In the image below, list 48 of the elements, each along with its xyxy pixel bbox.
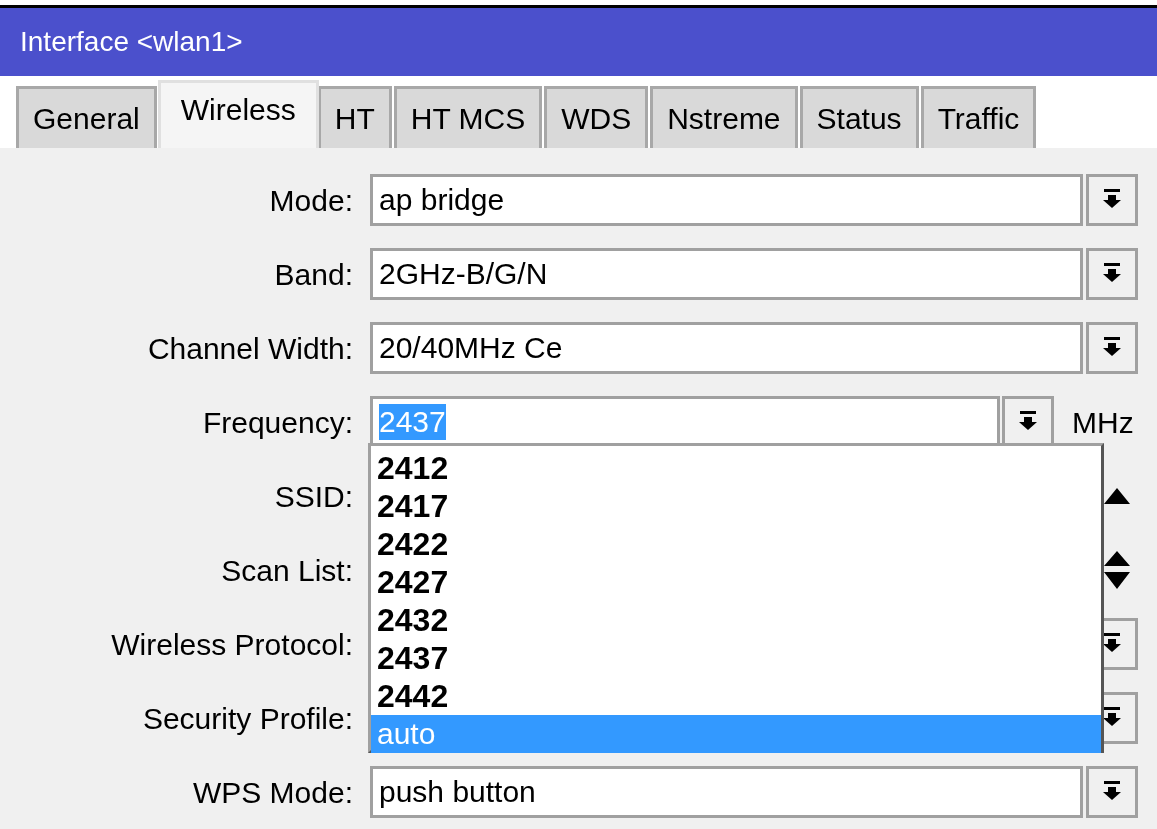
dropdown-arrow-icon [1018,411,1038,433]
field-value: 2GHz-B/G/N [379,256,548,292]
dropdown-arrow-icon [1102,189,1122,211]
field-label: Channel Width: [146,330,354,367]
field-value: 20/40MHz Ce [379,330,563,366]
dropdown-option[interactable]: 2422 [371,525,1101,563]
input-field[interactable]: ap bridge [370,174,1083,226]
field-label: SSID: [273,478,354,515]
field-label: Security Profile: [141,700,354,737]
field-label: Scan List: [220,552,354,589]
tab[interactable]: Traffic [920,86,1037,148]
tab[interactable]: Wireless [157,80,319,148]
input-field[interactable]: push button [370,766,1083,818]
dropdown-option[interactable]: 2432 [371,601,1101,639]
window-title: Interface <wlan1> [20,25,243,59]
dropdown-arrow-icon [1102,633,1122,655]
field-value: ap bridge [379,182,505,218]
tab[interactable]: HT MCS [393,86,543,148]
field-label: Frequency: [201,404,354,441]
field-label: Band: [273,256,354,293]
input-field[interactable]: 20/40MHz Ce [370,322,1083,374]
dropdown-option[interactable]: 2437 [371,639,1101,677]
dropdown-button[interactable] [1086,322,1138,374]
field-label: Mode: [268,182,354,219]
dropdown-button[interactable] [1086,174,1138,226]
tab[interactable]: Status [799,86,919,148]
up-arrow-icon[interactable] [1104,488,1130,504]
field-value: 2437 [379,404,446,440]
tab[interactable]: WDS [544,86,649,148]
dropdown-button[interactable] [1086,248,1138,300]
tab[interactable]: HT [317,86,392,148]
dropdown-option[interactable]: 2412 [371,449,1101,487]
tab[interactable]: Nstreme [650,86,798,148]
tab[interactable]: General [16,86,157,148]
dropdown-option[interactable]: 2442 [371,677,1101,715]
dropdown-button[interactable] [1086,766,1138,818]
dropdown-arrow-icon [1102,263,1122,285]
dropdown-arrow-icon [1102,707,1122,729]
dropdown-option[interactable]: 2427 [371,563,1101,601]
up-down-arrows-icon[interactable] [1104,551,1130,589]
dropdown-option[interactable]: 2417 [371,487,1101,525]
input-field[interactable]: 2GHz-B/G/N [370,248,1083,300]
field-label: WPS Mode: [191,774,354,811]
field-label: Wireless Protocol: [110,626,354,663]
field-value: push button [379,774,536,810]
unit-label: MHz [1072,404,1134,441]
dropdown-arrow-icon [1102,337,1122,359]
dropdown-arrow-icon [1102,781,1122,803]
